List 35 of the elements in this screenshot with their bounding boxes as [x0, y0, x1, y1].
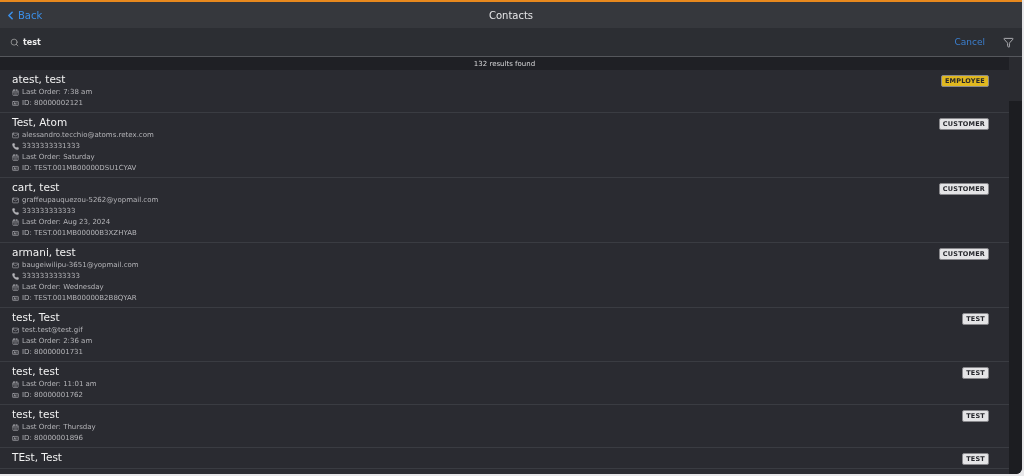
contact-name: test, test — [12, 407, 60, 422]
calendar-icon — [12, 424, 19, 431]
calendar-icon — [12, 154, 19, 161]
contact-name: cart, test — [12, 180, 61, 195]
back-button[interactable]: Back — [0, 8, 47, 22]
calendar-icon — [12, 284, 19, 291]
id-card-icon — [12, 165, 19, 172]
phone-icon — [12, 143, 19, 150]
phone-icon — [12, 273, 19, 280]
phone-icon — [12, 208, 19, 215]
calendar-icon — [12, 89, 19, 96]
id-card-icon — [12, 392, 19, 399]
search-field[interactable]: test — [23, 37, 945, 47]
id-card-icon — [12, 230, 19, 237]
filter-button[interactable] — [1003, 36, 1014, 48]
calendar-icon — [12, 381, 19, 388]
window-title: Contacts — [488, 9, 534, 21]
calendar-icon — [12, 219, 19, 226]
contact-name: test, test — [12, 364, 60, 379]
id-card-icon — [12, 295, 19, 302]
id-card-icon — [12, 435, 19, 442]
mail-icon — [12, 132, 19, 139]
mail-icon — [12, 262, 19, 269]
search-icon — [10, 37, 19, 47]
contact-name: armani, test — [12, 245, 77, 260]
mail-icon — [12, 197, 19, 204]
id-card-icon — [12, 100, 19, 107]
contact-name: test, Test — [12, 310, 61, 325]
scrollbar[interactable] — [1009, 57, 1022, 474]
contact-name: TEst, Test — [12, 450, 62, 465]
id-card-icon — [12, 349, 19, 356]
contact-name: Test, Atom — [12, 115, 69, 130]
calendar-icon — [12, 338, 19, 345]
mail-icon — [12, 327, 19, 334]
contact-name: atest, test — [12, 72, 67, 87]
